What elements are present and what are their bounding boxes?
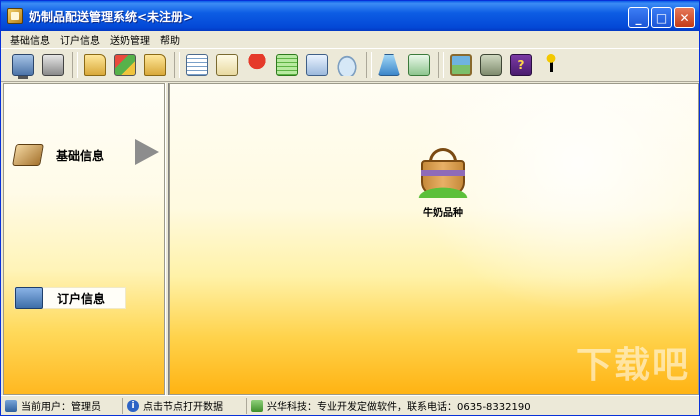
status-user: 当前用户：管理员 [1,397,123,414]
toolbar-separator [366,52,372,78]
company-icon [251,399,263,412]
toolbar-folder-button[interactable] [141,51,169,79]
menu-bar: 基础信息 订户信息 送奶管理 帮助 [1,31,699,48]
printer-icon [42,54,64,76]
category-label: 订户信息 [57,291,106,306]
toolbar: ? [1,48,699,82]
watermark: 下载吧 [575,345,690,386]
picture-icon [450,54,472,76]
user-icon [5,399,17,412]
umbrella-icon [246,54,268,76]
toolbar-pda-button[interactable] [477,51,505,79]
toolbar-dish-button[interactable] [333,51,361,79]
dish-icon [336,54,358,76]
menu-subscriber-info[interactable]: 订户信息 [55,32,105,47]
green-sheet-icon [276,54,298,76]
selected-arrow-icon [135,139,159,165]
minimize-button[interactable]: _ [628,7,649,28]
toolbar-help-button[interactable]: ? [507,51,535,79]
order-icon [15,287,43,309]
toolbar-cone-button[interactable] [375,51,403,79]
box-icon [12,144,44,166]
toolbar-edit-button[interactable] [213,51,241,79]
status-user-text: 当前用户：管理员 [21,402,101,413]
close-button[interactable]: ✕ [674,7,695,28]
toolbar-multi-button[interactable] [111,51,139,79]
category-subscriber-info[interactable]: 订户信息 [14,287,126,309]
toolbar-umbrella-button[interactable] [243,51,271,79]
multi-folder-icon [114,54,136,76]
category-pane: 基础信息 订户信息 [3,83,165,395]
toolbar-search-button[interactable] [303,51,331,79]
toolbar-picture-button[interactable] [447,51,475,79]
menu-basic-info[interactable]: 基础信息 [5,32,55,47]
maximize-button[interactable]: □ [651,7,672,28]
category-label: 基础信息 [56,148,105,163]
status-company-text: 兴华科技：专业开发定做软件，联系电话：0635-8332190 [267,402,531,413]
monitor-icon [12,54,34,79]
toolbar-envelope-button[interactable] [405,51,433,79]
toolbar-list-button[interactable] [183,51,211,79]
pen-doc-icon [216,54,238,76]
info-icon: i [127,399,139,412]
menu-delivery-management[interactable]: 送奶管理 [105,32,155,47]
app-icon[interactable] [7,8,23,24]
toolbar-separator [174,52,180,78]
toolbar-print-button[interactable] [39,51,67,79]
toolbar-separator [438,52,444,78]
doc-list-icon [186,54,208,76]
milk-bucket-icon [415,146,471,198]
status-company: 兴华科技：专业开发定做软件，联系电话：0635-8332190 [247,398,699,414]
cone-icon [378,54,400,76]
window-title: 奶制品配送管理系统<未注册> [29,9,194,24]
toolbar-exit-button[interactable] [537,51,565,79]
folder-icon [84,54,106,76]
toolbar-monitor-button[interactable] [9,51,37,79]
status-hint: i 点击节点打开数据 [123,397,247,414]
toolbar-separator [72,52,78,78]
module-label: 牛奶品种 [423,208,463,219]
search-doc-icon [306,54,328,76]
pda-icon [480,54,502,76]
window-controls: _ □ ✕ [628,7,695,28]
status-hint-text: 点击节点打开数据 [143,402,223,413]
toolbar-open-button[interactable] [81,51,109,79]
menu-help[interactable]: 帮助 [155,32,185,47]
exit-icon [540,54,562,76]
content-area: 基础信息 订户信息 牛奶品种 下载吧 [1,83,699,395]
module-milk-variety[interactable]: 牛奶品种 [408,146,478,219]
help-book-icon: ? [510,54,532,76]
folder-icon [144,54,166,76]
toolbar-sheet-button[interactable] [273,51,301,79]
status-bar: 当前用户：管理员 i 点击节点打开数据 兴华科技：专业开发定做软件，联系电话：0… [1,395,699,415]
app-window: 奶制品配送管理系统<未注册> _ □ ✕ 基础信息 订户信息 送奶管理 帮助 ? [0,0,700,416]
module-pane: 牛奶品种 下载吧 [169,83,699,395]
envelope-icon [408,54,430,76]
title-bar[interactable]: 奶制品配送管理系统<未注册> _ □ ✕ [1,1,699,31]
